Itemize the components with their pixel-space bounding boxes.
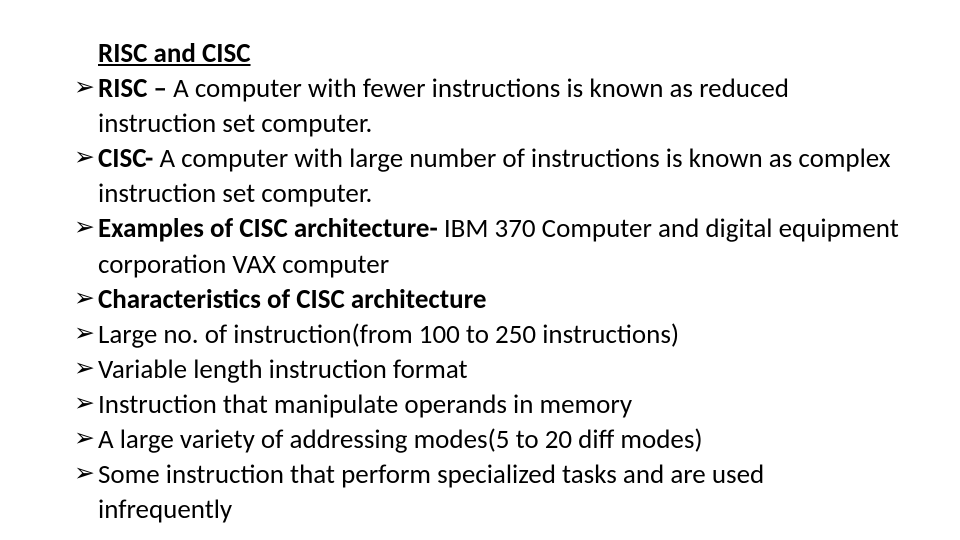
bullet-arrow-icon: ➢ [74,387,98,421]
bullet-text: A computer with large number of instruct… [98,142,891,210]
slide: RISC and CISC ➢ RISC – A computer with f… [0,0,960,540]
bullet-bold: Examples of CISC architecture- [98,212,444,245]
bullet-arrow-icon: ➢ [74,352,98,386]
bullet-content: CISC- A computer with large number of in… [98,141,900,211]
bullet-arrow-icon: ➢ [74,211,98,245]
bullet-item: ➢ Characteristics of CISC architecture [98,282,900,317]
bullet-text: Some instruction that perform specialize… [98,458,764,526]
bullet-content: RISC – A computer with fewer instruction… [98,71,900,141]
bullet-text: A computer with fewer instructions is kn… [98,72,789,140]
bullet-item: ➢ Instruction that manipulate operands i… [98,387,900,422]
bullet-content: A large variety of addressing modes(5 to… [98,422,900,457]
bullet-item: ➢ Some instruction that perform speciali… [98,457,900,527]
bullet-arrow-icon: ➢ [74,141,98,175]
bullet-content: Variable length instruction format [98,352,900,387]
bullet-item: ➢ Variable length instruction format [98,352,900,387]
bullet-item: ➢ Large no. of instruction(from 100 to 2… [98,317,900,352]
bullet-item: ➢ Examples of CISC architecture- IBM 370… [98,211,900,281]
bullet-item: ➢ CISC- A computer with large number of … [98,141,900,211]
bullet-arrow-icon: ➢ [74,422,98,456]
bullet-text: Large no. of instruction(from 100 to 250… [98,318,679,351]
bullet-arrow-icon: ➢ [74,457,98,491]
bullet-arrow-icon: ➢ [74,71,98,105]
bullet-text: A large variety of addressing modes(5 to… [98,423,703,456]
bullet-item: ➢ RISC – A computer with fewer instructi… [98,71,900,141]
bullet-content: Large no. of instruction(from 100 to 250… [98,317,900,352]
bullet-bold: Characteristics of CISC architecture [98,283,486,316]
bullet-arrow-icon: ➢ [74,282,98,316]
bullet-text: Variable length instruction format [98,353,468,386]
bullet-content: Examples of CISC architecture- IBM 370 C… [98,211,900,281]
bullet-content: Instruction that manipulate operands in … [98,387,900,422]
bullet-item: ➢ A large variety of addressing modes(5 … [98,422,900,457]
bullet-text: Instruction that manipulate operands in … [98,388,632,421]
bullet-bold: RISC – [98,72,173,105]
bullet-bold: CISC- [98,142,159,175]
bullet-content: Characteristics of CISC architecture [98,282,900,317]
bullet-arrow-icon: ➢ [74,317,98,351]
bullet-content: Some instruction that perform specialize… [98,457,900,527]
slide-title: RISC and CISC [98,36,900,71]
